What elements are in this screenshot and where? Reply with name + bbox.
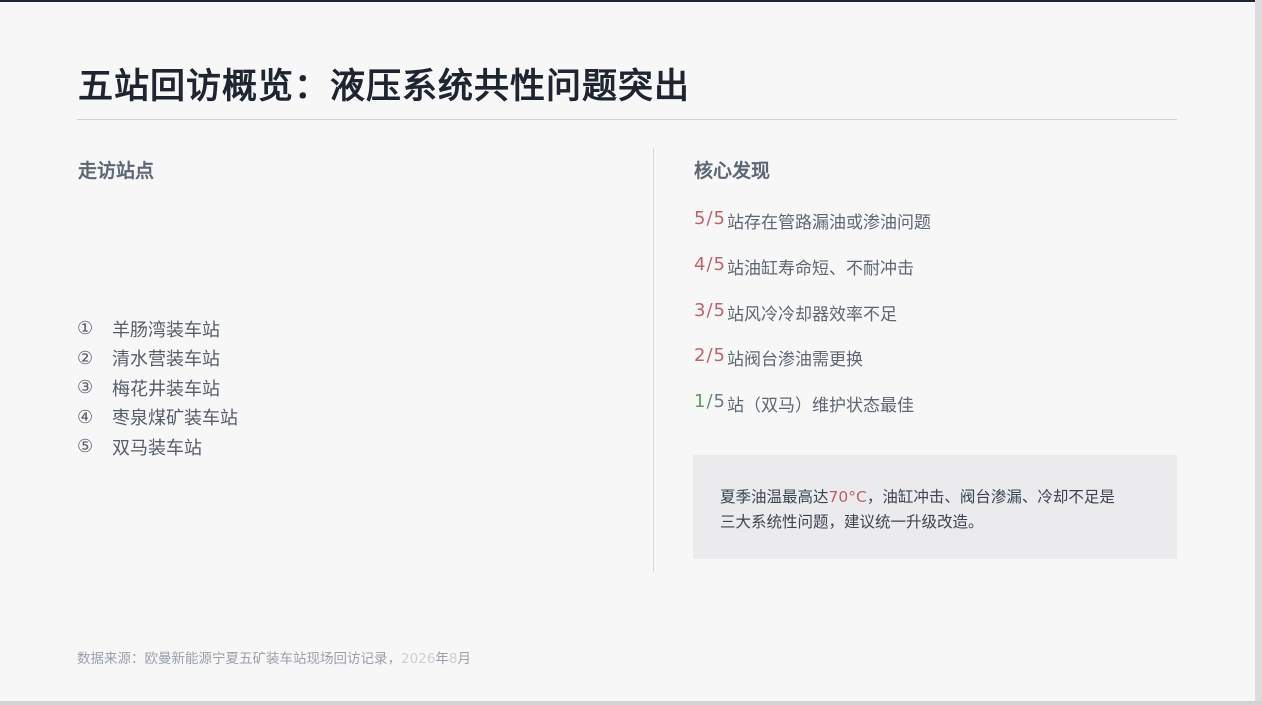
finding-ratio: 3/5 (694, 300, 726, 321)
station-item: ⑤ 双马装车站 (77, 432, 238, 462)
station-number: ① (77, 318, 94, 340)
finding-ratio: 1/5 (694, 391, 726, 412)
window-edge-right (1255, 0, 1262, 705)
finding-slash: / (706, 391, 714, 413)
finding-ratio: 2/5 (694, 345, 726, 366)
station-item: ② 清水营装车站 (77, 344, 238, 374)
finding-item: 1/5 站（双马）维护状态最佳 (694, 391, 931, 437)
stations-heading: 走访站点 (78, 160, 155, 182)
station-item: ④ 枣泉煤矿装车站 (77, 403, 238, 433)
source-year: 2026 (401, 651, 436, 667)
source-month-unit: 月 (457, 651, 471, 667)
finding-count: 1 (694, 391, 707, 413)
callout-line-1: 夏季油温最高达70°C，油缸冲击、阀台渗漏、冷却不足是 (720, 485, 1157, 510)
station-name: 梅花井装车站 (112, 378, 220, 400)
station-name: 双马装车站 (112, 437, 202, 459)
finding-text: 站（双马）维护状态最佳 (726, 396, 914, 417)
source-text: 数据来源：欧曼新能源宁夏五矿装车站现场回访记录， (77, 651, 401, 667)
station-name: 羊肠湾装车站 (112, 319, 220, 341)
station-number: ④ (77, 406, 94, 428)
summary-callout: 夏季油温最高达70°C，油缸冲击、阀台渗漏、冷却不足是 三大系统性问题，建议统一… (693, 455, 1177, 559)
finding-item: 2/5 站阀台渗油需更换 (694, 345, 931, 391)
finding-total: 5 (713, 391, 726, 413)
column-divider (653, 148, 654, 572)
finding-text: 站风冷冷却器效率不足 (726, 304, 897, 325)
station-list: ① 羊肠湾装车站 ② 清水营装车站 ③ 梅花井装车站 ④ 枣泉煤矿装车站 ⑤ 双马装车站 (77, 314, 238, 462)
station-name: 枣泉煤矿装车站 (112, 408, 238, 430)
station-name: 清水营装车站 (112, 349, 220, 371)
source-note: 数据来源：欧曼新能源宁夏五矿装车站现场回访记录，2026年8月 (77, 647, 471, 667)
station-number: ③ (77, 377, 94, 399)
finding-count: 5 (694, 208, 707, 229)
callout-text: ，油缸冲击、阀台渗漏、冷却不足是 (866, 488, 1115, 506)
station-item: ① 羊肠湾装车站 (77, 314, 238, 344)
finding-slash: / (706, 253, 714, 275)
findings-heading: 核心发现 (694, 160, 771, 182)
finding-text: 站油缸寿命短、不耐冲击 (726, 258, 914, 279)
slide-title: 五站回访概览：液压系统共性问题突出 (78, 66, 691, 107)
finding-slash: / (706, 299, 714, 321)
finding-text: 站存在管路漏油或渗油问题 (726, 213, 931, 233)
finding-total: 5 (713, 299, 726, 321)
callout-text: 夏季油温最高达 (720, 488, 829, 506)
findings-list: 5/5 站存在管路漏油或渗油问题 4/5 站油缸寿命短、不耐冲击 3/5 站风冷冷却器… (694, 208, 931, 437)
callout-line-2: 三大系统性问题，建议统一升级改造。 (720, 513, 984, 531)
finding-text: 站阀台渗油需更换 (726, 350, 863, 371)
finding-slash: / (706, 345, 714, 367)
finding-item: 5/5 站存在管路漏油或渗油问题 (694, 208, 931, 254)
window-edge-bottom (0, 701, 1262, 705)
station-number: ⑤ (77, 436, 94, 458)
finding-count: 2 (694, 345, 707, 367)
source-year-unit: 年 (435, 651, 449, 667)
finding-slash: / (706, 208, 714, 229)
finding-total: 5 (713, 253, 726, 275)
title-divider (77, 119, 1177, 120)
station-item: ③ 梅花井装车站 (77, 373, 238, 403)
callout-temperature: 70°C (828, 488, 867, 506)
finding-ratio: 4/5 (694, 254, 726, 275)
finding-total: 5 (713, 345, 726, 367)
slide: 五站回访概览：液压系统共性问题突出 走访站点 ① 羊肠湾装车站 ② 清水营装车站 ③… (0, 0, 1255, 701)
finding-item: 4/5 站油缸寿命短、不耐冲击 (694, 254, 931, 300)
station-number: ② (77, 347, 94, 369)
finding-total: 5 (713, 208, 726, 229)
finding-item: 3/5 站风冷冷却器效率不足 (694, 300, 931, 346)
finding-ratio: 5/5 (694, 208, 726, 229)
finding-count: 4 (694, 253, 707, 275)
finding-count: 3 (694, 299, 707, 321)
